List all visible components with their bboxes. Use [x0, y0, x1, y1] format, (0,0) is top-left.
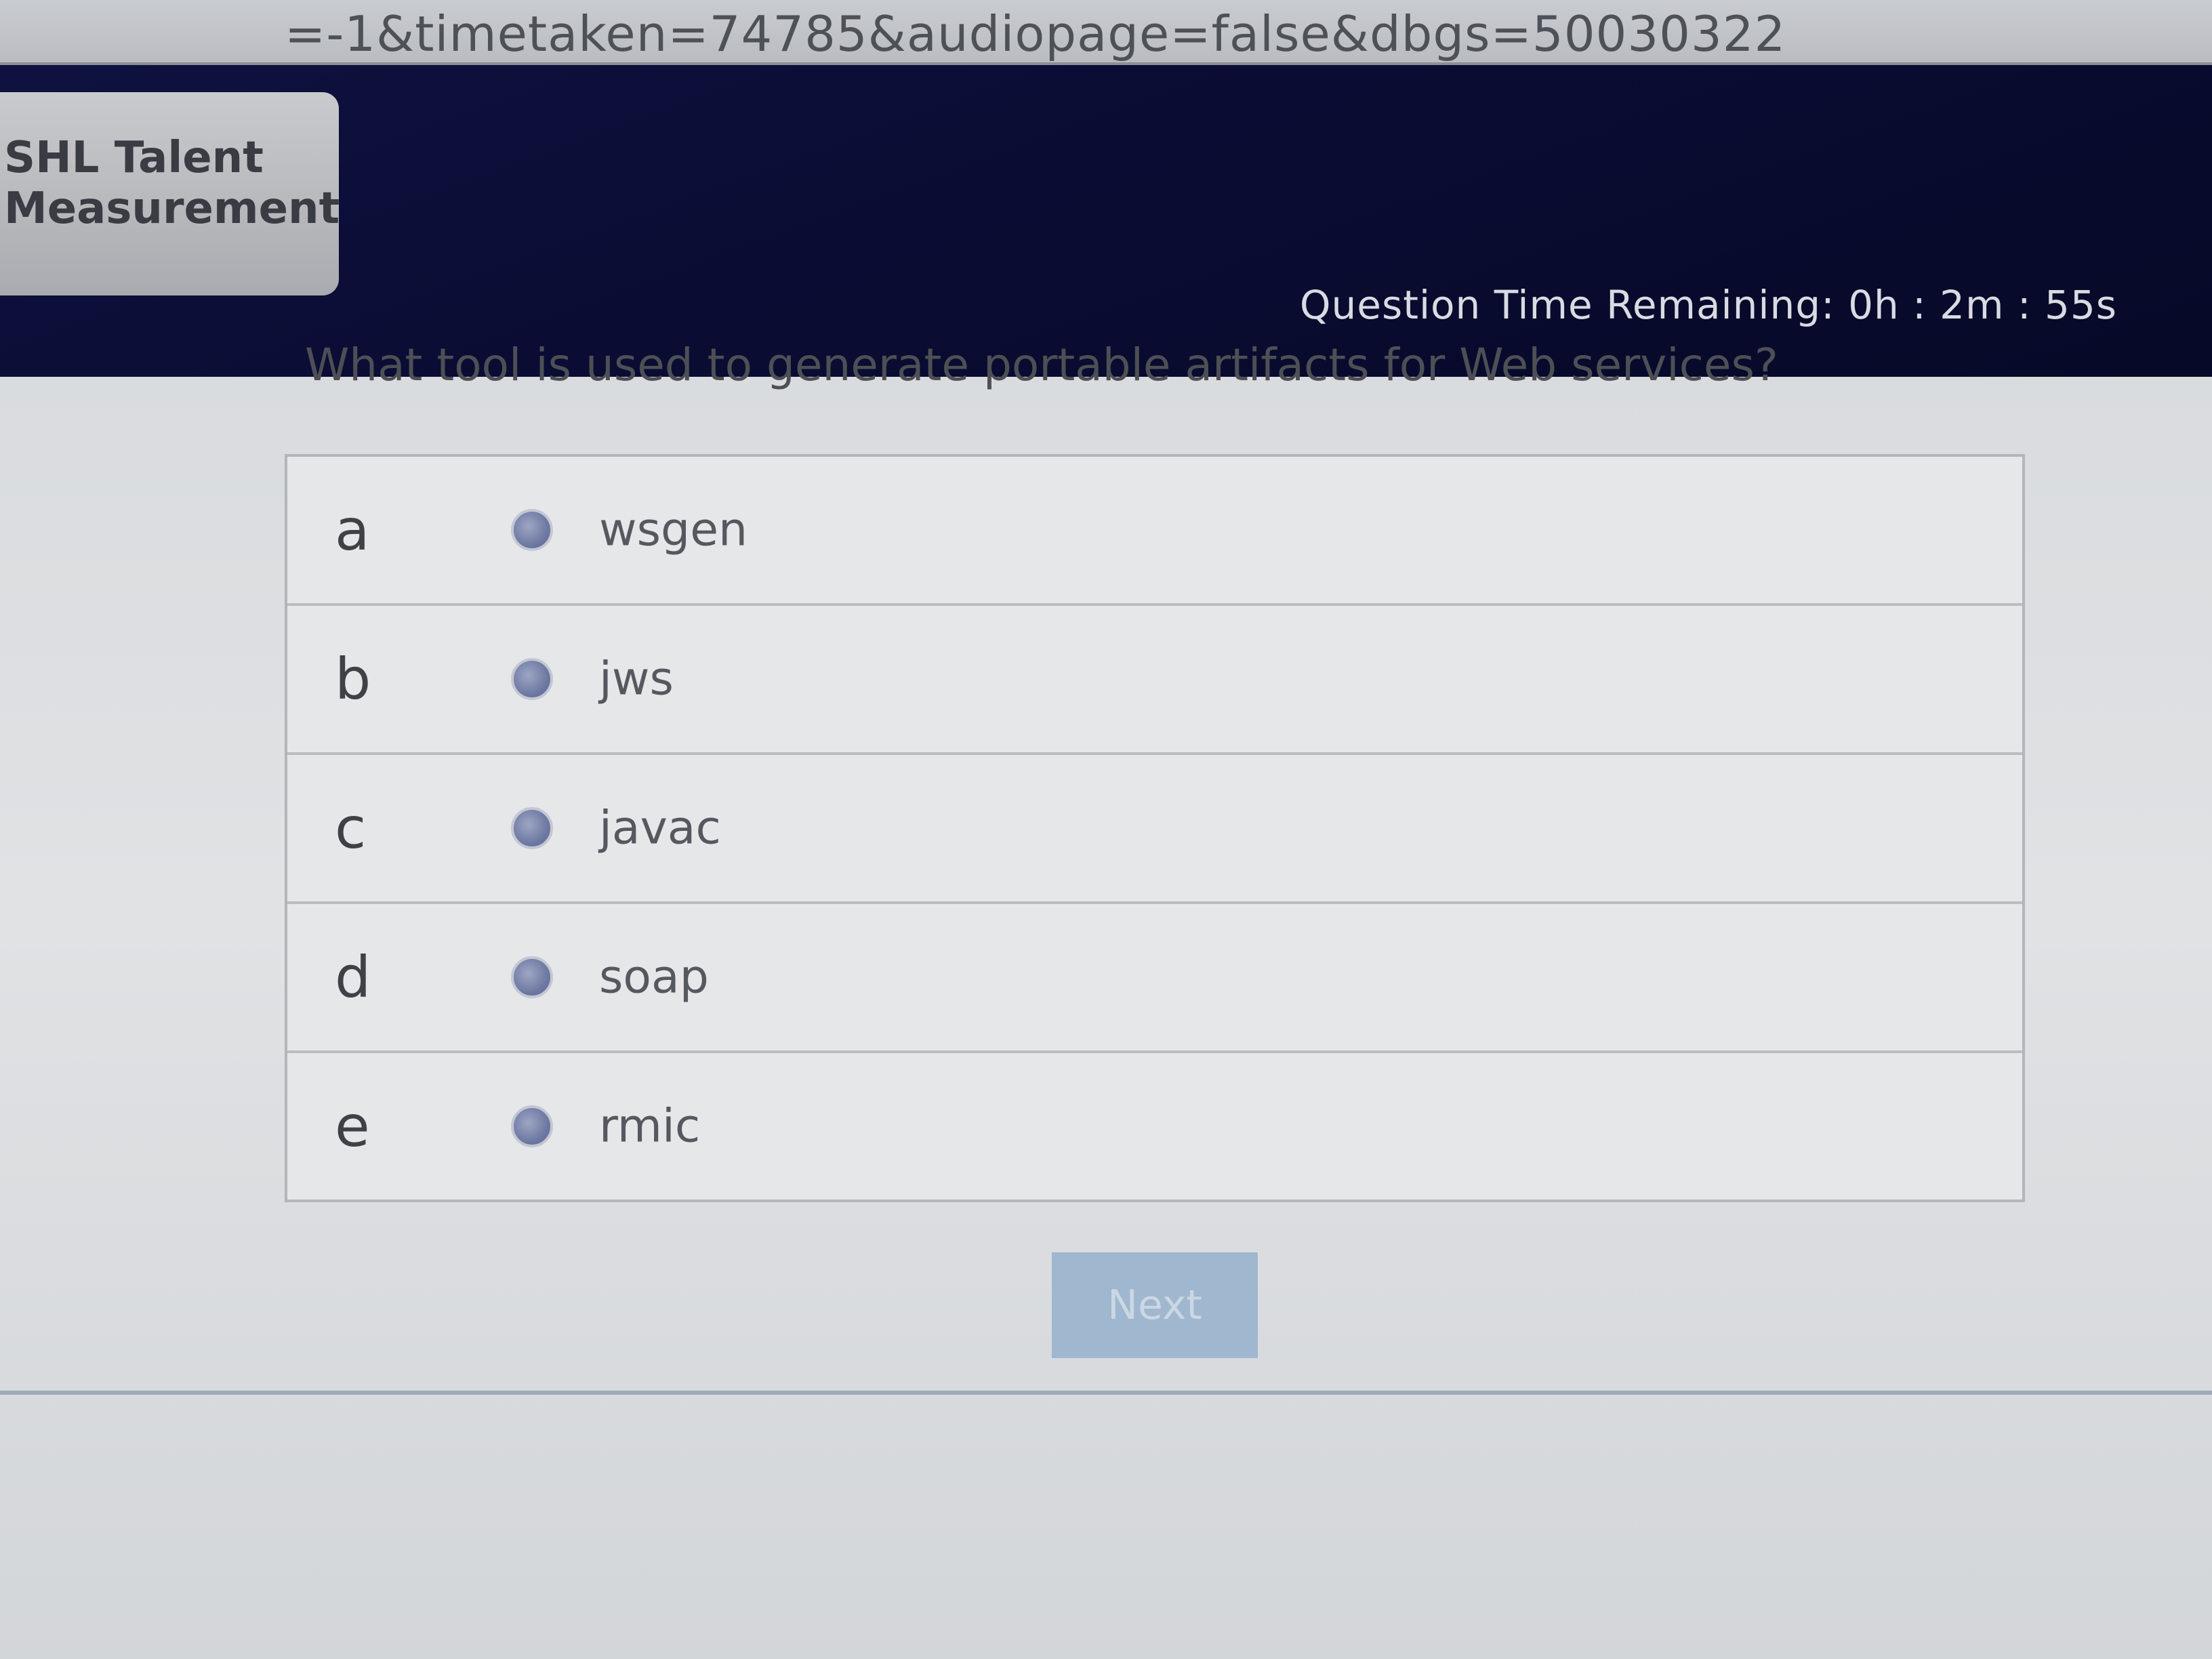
logo-line-1: SHL Talent	[4, 133, 264, 183]
option-row-c[interactable]: c javac	[287, 755, 2022, 904]
option-letter: c	[335, 795, 367, 861]
option-label[interactable]: javac	[599, 802, 721, 855]
radio-button-b[interactable]	[511, 658, 553, 700]
option-letter: b	[335, 646, 371, 712]
browser-address-bar[interactable]: =-1&timetaken=74785&audiopage=false&dbgs…	[0, 0, 2212, 65]
option-letter: a	[335, 497, 370, 563]
radio-button-a[interactable]	[511, 509, 553, 551]
option-letter: e	[335, 1093, 370, 1160]
option-label[interactable]: jws	[599, 653, 674, 706]
option-label[interactable]: rmic	[599, 1100, 700, 1153]
url-text[interactable]: =-1&timetaken=74785&audiopage=false&dbgs…	[285, 5, 1786, 62]
page: =-1&timetaken=74785&audiopage=false&dbgs…	[0, 0, 2212, 1659]
answer-options: a wsgen b jws c javac d soap e rmic	[285, 454, 2025, 1202]
question-timer: Question Time Remaining: 0h : 2m : 55s	[1299, 282, 2117, 328]
option-letter: d	[335, 944, 371, 1010]
option-label[interactable]: wsgen	[599, 504, 747, 557]
radio-button-c[interactable]	[511, 807, 553, 849]
option-row-d[interactable]: d soap	[287, 904, 2022, 1053]
logo-line-2: Measurement	[4, 184, 340, 234]
option-row-a[interactable]: a wsgen	[287, 457, 2022, 606]
site-header: SHL Talent Measurement Question Time Rem…	[0, 65, 2212, 377]
option-row-b[interactable]: b jws	[287, 606, 2022, 755]
radio-button-d[interactable]	[511, 956, 553, 998]
option-label[interactable]: soap	[599, 951, 709, 1004]
radio-button-e[interactable]	[511, 1105, 553, 1147]
next-button[interactable]: Next	[1052, 1252, 1258, 1358]
question-text: What tool is used to generate portable a…	[305, 339, 1778, 391]
footer-divider	[0, 1391, 2212, 1395]
shl-logo: SHL Talent Measurement	[0, 92, 340, 295]
option-row-e[interactable]: e rmic	[287, 1053, 2022, 1200]
